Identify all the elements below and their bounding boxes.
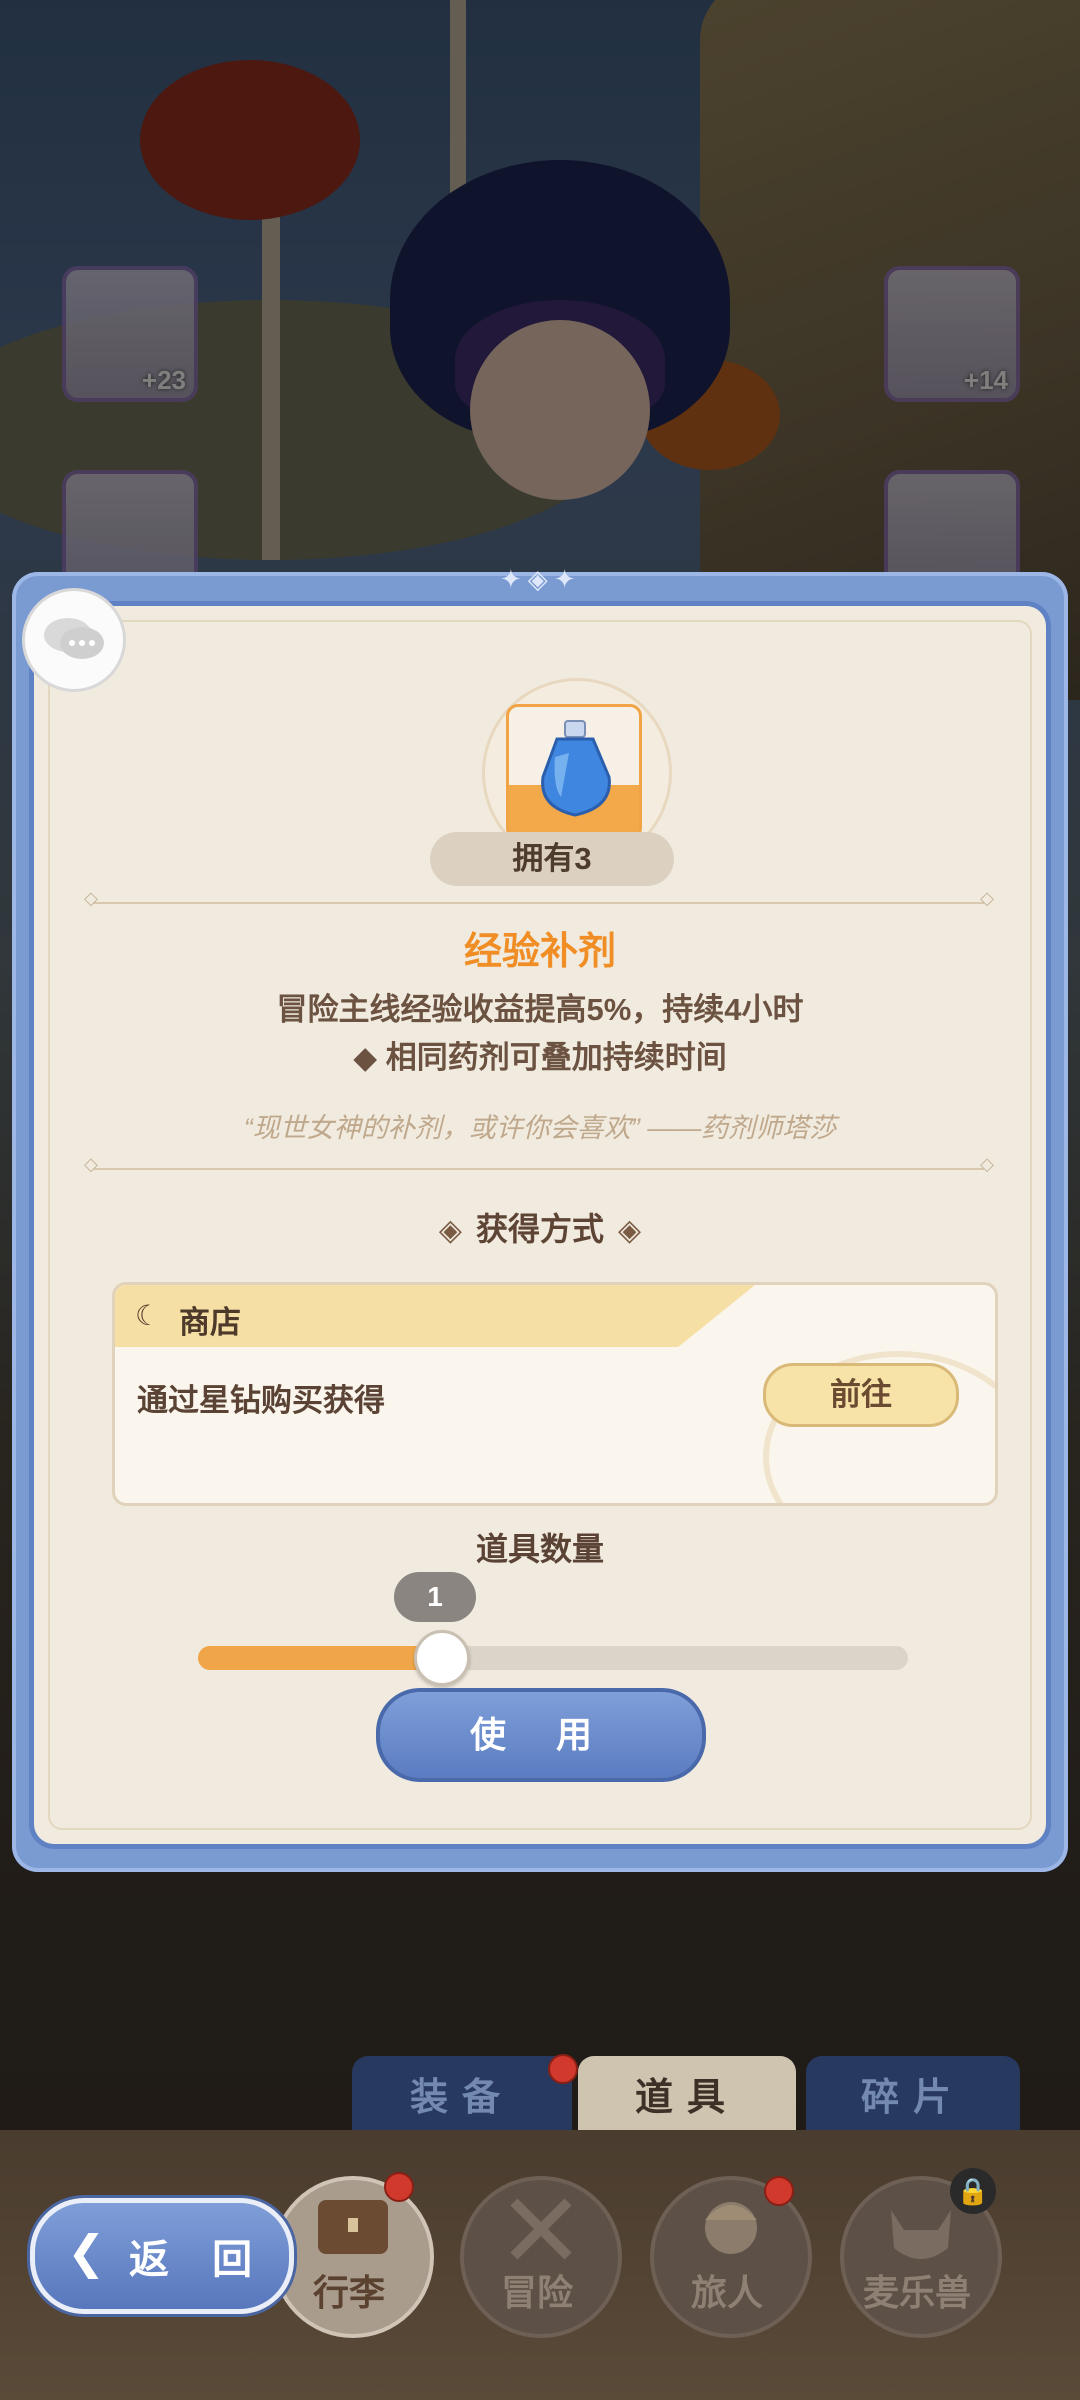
quantity-slider-fill (198, 1646, 440, 1670)
dialog-top-ornament: ✦◈✦ (500, 564, 582, 594)
use-button[interactable]: 使 用 (376, 1688, 706, 1782)
notification-badge (764, 2176, 794, 2206)
diamond-ornament-icon: ◈ (618, 1214, 642, 1247)
divider (84, 888, 994, 909)
nav-pets-label: 麦乐兽 (862, 2272, 971, 2313)
item-description: 冒险主线经验收益提高5%，持续4小时 (276, 992, 804, 1027)
quantity-slider-handle[interactable] (414, 1630, 471, 1686)
shop-moon-icon: ☾ (135, 1300, 161, 1331)
back-button-label: 返 回 (129, 2238, 269, 2282)
source-description: 通过星钻购买获得 (137, 1383, 385, 1418)
diamond-ornament-icon: ◈ (438, 1214, 462, 1247)
item-flavor-quote: “现世女神的补剂，或许你会喜欢” ——药剂师塔莎 (243, 1113, 837, 1143)
notification-badge (384, 2172, 414, 2202)
item-detail-dialog: ✦◈✦ 拥有3 经验补剂 冒险主线经验收益提高5%，持续4小时 ◆ 相同药剂可叠… (12, 564, 1068, 1872)
obtain-source-card: ☾ 商店 通过星钻购买获得 前往 (112, 1282, 998, 1506)
quantity-slider[interactable] (198, 1630, 908, 1686)
tab-equipment[interactable]: 装备 (352, 2056, 572, 2140)
go-to-shop-button[interactable]: 前往 (763, 1363, 959, 1427)
dialog-panel: 拥有3 经验补剂 冒险主线经验收益提高5%，持续4小时 ◆ 相同药剂可叠加持续时… (34, 606, 1046, 1844)
nav-travelers-label: 旅人 (690, 2272, 763, 2313)
chat-icon (44, 618, 104, 659)
nav-adventure-label: 冒险 (500, 2272, 573, 2313)
back-arrow-icon: ❮ (67, 2226, 106, 2278)
obtain-title-text: 获得方式 (475, 1211, 604, 1247)
nav-luggage-label: 行李 (312, 2272, 385, 2313)
quantity-value-bubble: 1 (394, 1572, 476, 1622)
back-button[interactable]: ❮ 返 回 (30, 2198, 294, 2314)
quantity-title: 道具数量 (475, 1531, 604, 1567)
tab-items[interactable]: 道具 (578, 2056, 796, 2140)
tab-shards[interactable]: 碎片 (806, 2056, 1020, 2140)
divider (84, 1154, 994, 1175)
item-description-note: ◆ 相同药剂可叠加持续时间 (353, 1040, 727, 1075)
source-label: 商店 (179, 1305, 241, 1340)
chat-button[interactable] (22, 588, 126, 692)
obtain-section-title: ◈ 获得方式 ◈ (34, 1204, 1046, 1250)
item-icon (506, 704, 642, 840)
item-name: 经验补剂 (463, 931, 616, 973)
lock-icon: 🔒 (950, 2168, 996, 2214)
potion-bottle-icon (541, 720, 611, 817)
notification-badge (548, 2054, 578, 2084)
owned-count-label: 拥有3 (430, 832, 674, 886)
